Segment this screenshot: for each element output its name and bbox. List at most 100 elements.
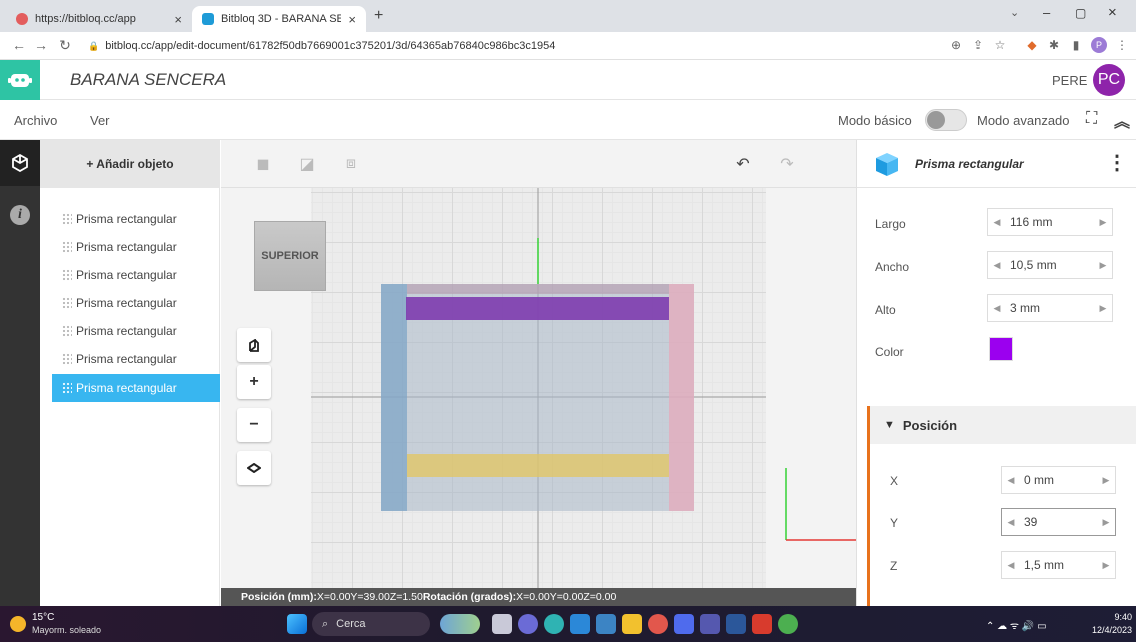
redo-icon[interactable]: ↷ <box>765 140 809 188</box>
extensions-puzzle-icon[interactable]: ✱ <box>1046 37 1062 53</box>
browser-tab-1[interactable]: https://bitbloq.cc/app × <box>6 6 192 32</box>
side-panel-icon[interactable]: ▮ <box>1068 37 1084 53</box>
close-tab-icon[interactable]: × <box>348 12 356 27</box>
bookmark-star-icon[interactable]: ☆ <box>992 37 1008 53</box>
browser-tab-2[interactable]: Bitbloq 3D - BARANA SENCERA × <box>192 6 366 32</box>
drag-handle-icon[interactable] <box>62 213 72 225</box>
pos-y-input[interactable]: 39 <box>1020 515 1097 529</box>
zoom-out-icon[interactable]: − <box>237 408 271 442</box>
back-icon[interactable]: ← <box>10 37 28 53</box>
bitbloq-logo[interactable] <box>0 60 40 100</box>
drag-handle-icon[interactable] <box>62 297 72 309</box>
zoom-in-icon[interactable]: + <box>237 365 271 399</box>
user-avatar[interactable]: PC <box>1093 64 1125 96</box>
3d-viewport[interactable]: SUPERIOR + − <box>221 188 856 588</box>
weather-temp[interactable]: 15°C <box>32 612 54 623</box>
new-tab-button[interactable]: + <box>374 7 383 25</box>
increment-icon[interactable]: ▶ <box>1097 560 1115 571</box>
list-item-selected[interactable]: Prisma rectangular <box>52 374 220 402</box>
clock-date[interactable]: 12/4/2023 <box>1080 625 1132 635</box>
list-item[interactable]: Prisma rectangular <box>52 317 220 345</box>
alto-field[interactable]: ◀ 3 mm ▶ <box>987 294 1113 322</box>
list-item[interactable]: Prisma rectangular <box>52 289 220 317</box>
drag-handle-icon[interactable] <box>62 382 72 394</box>
pos-z-input[interactable]: 1,5 mm <box>1020 558 1097 572</box>
pos-x-input[interactable]: 0 mm <box>1020 473 1097 487</box>
url-field[interactable]: 🔒 bitbloq.cc/app/edit-document/61782f50d… <box>88 36 878 56</box>
color-swatch[interactable] <box>989 337 1013 361</box>
profile-avatar[interactable]: P <box>1091 37 1107 53</box>
position-section-header[interactable]: ▼ Posición <box>870 406 1136 444</box>
word-icon[interactable] <box>726 614 746 634</box>
browser-menu-icon[interactable]: ⋮ <box>1114 37 1130 53</box>
menu-ver[interactable]: Ver <box>90 113 110 128</box>
ancho-field[interactable]: ◀ 10,5 mm ▶ <box>987 251 1113 279</box>
pos-x-field[interactable]: ◀ 0 mm ▶ <box>1001 466 1116 494</box>
restore-icon[interactable]: ▢ <box>1075 6 1086 20</box>
file-explorer-icon[interactable] <box>622 614 642 634</box>
largo-value[interactable]: 116 mm <box>1006 215 1094 229</box>
drag-handle-icon[interactable] <box>62 325 72 337</box>
store-icon[interactable] <box>596 614 616 634</box>
weather-sun-icon[interactable] <box>10 616 26 632</box>
list-item[interactable]: Prisma rectangular <box>52 233 220 261</box>
increment-icon[interactable]: ▶ <box>1094 303 1112 314</box>
close-window-icon[interactable]: × <box>1108 4 1117 21</box>
taskbar-search[interactable]: ⌕ Cerca <box>312 612 430 636</box>
clock-time[interactable]: 9:40 <box>1088 612 1132 622</box>
mode-toggle[interactable] <box>925 109 967 131</box>
list-item[interactable]: Prisma rectangular <box>52 345 220 373</box>
app-icon[interactable] <box>752 614 772 634</box>
drag-handle-icon[interactable] <box>62 241 72 253</box>
pos-z-field[interactable]: ◀ 1,5 mm ▶ <box>1001 551 1116 579</box>
more-options-icon[interactable]: ⋮ <box>1107 153 1127 173</box>
add-object-button[interactable]: + Añadir objeto <box>40 140 220 188</box>
mail-icon[interactable] <box>570 614 590 634</box>
widgets-icon[interactable] <box>440 614 480 634</box>
system-tray-icons[interactable]: ⌃ ☁ ᯤ 🔊 ▭ <box>986 618 1047 632</box>
alto-value[interactable]: 3 mm <box>1006 301 1094 315</box>
undo-icon[interactable]: ↶ <box>721 140 765 188</box>
forward-icon[interactable]: → <box>32 37 50 53</box>
list-item[interactable]: Prisma rectangular <box>52 261 220 289</box>
union-icon[interactable]: ◼ <box>241 140 285 188</box>
menu-archivo[interactable]: Archivo <box>14 113 57 128</box>
windows-start-icon[interactable] <box>287 614 307 634</box>
ancho-value[interactable]: 10,5 mm <box>1006 258 1094 272</box>
calendar-icon[interactable] <box>674 614 694 634</box>
chrome-icon[interactable] <box>648 614 668 634</box>
decrement-icon[interactable]: ◀ <box>1002 560 1020 571</box>
weather-text[interactable]: Mayorm. soleado <box>32 625 101 635</box>
tab-search-icon[interactable]: ⌄ <box>1010 6 1019 19</box>
largo-field[interactable]: ◀ 116 mm ▶ <box>987 208 1113 236</box>
difference-icon[interactable]: ◪ <box>285 140 329 188</box>
document-title[interactable]: BARANA SENCERA <box>70 70 226 90</box>
decrement-icon[interactable]: ◀ <box>988 217 1006 228</box>
list-item[interactable]: Prisma rectangular <box>52 205 220 233</box>
rail-info-button[interactable]: i <box>0 192 40 238</box>
zoom-icon[interactable]: ⊕ <box>948 37 964 53</box>
pos-y-field[interactable]: ◀ 39 ▶ <box>1001 508 1116 536</box>
perspective-icon[interactable] <box>237 328 271 362</box>
rail-objects-button[interactable] <box>0 140 40 186</box>
browser-active-icon[interactable] <box>778 614 798 634</box>
increment-icon[interactable]: ▶ <box>1094 217 1112 228</box>
increment-icon[interactable]: ▶ <box>1097 475 1115 486</box>
reload-icon[interactable]: ↻ <box>56 37 74 54</box>
increment-icon[interactable]: ▶ <box>1094 260 1112 271</box>
teams-icon[interactable] <box>700 614 720 634</box>
view-cube[interactable]: SUPERIOR <box>254 221 326 291</box>
chat-icon[interactable] <box>518 614 538 634</box>
minimize-icon[interactable]: – <box>1043 5 1050 20</box>
close-tab-icon[interactable]: × <box>174 12 182 27</box>
share-icon[interactable]: ⇪ <box>970 37 986 53</box>
intersection-icon[interactable]: ⧈ <box>329 140 373 188</box>
fullscreen-icon[interactable]: ⛶ <box>1086 110 1097 128</box>
decrement-icon[interactable]: ◀ <box>988 303 1006 314</box>
extension-icon[interactable]: ◆ <box>1024 37 1040 53</box>
collapse-header-icon[interactable]: ︽ <box>1114 108 1130 132</box>
increment-icon[interactable]: ▶ <box>1097 517 1115 528</box>
decrement-icon[interactable]: ◀ <box>988 260 1006 271</box>
drag-handle-icon[interactable] <box>62 269 72 281</box>
decrement-icon[interactable]: ◀ <box>1002 517 1020 528</box>
